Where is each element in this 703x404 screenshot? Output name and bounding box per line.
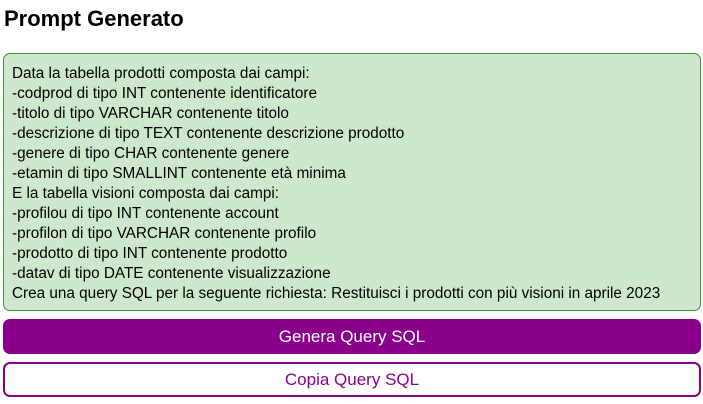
prompt-line: -datav di tipo DATE contenente visualizz… — [12, 265, 331, 282]
prompt-line: -prodotto di tipo INT contenente prodott… — [12, 245, 288, 262]
prompt-line: -profilou di tipo INT contenente account — [12, 205, 279, 222]
prompt-line: -etamin di tipo SMALLINT contenente età … — [12, 165, 346, 182]
generate-sql-query-button[interactable]: Genera Query SQL — [3, 319, 701, 354]
prompt-line: Data la tabella prodotti composta dai ca… — [12, 65, 310, 82]
prompt-line: -titolo di tipo VARCHAR contenente titol… — [12, 105, 289, 122]
prompt-line: Crea una query SQL per la seguente richi… — [12, 285, 661, 302]
prompt-page: Prompt Generato Data la tabella prodotti… — [0, 0, 703, 404]
copy-sql-query-button[interactable]: Copia Query SQL — [3, 362, 701, 397]
prompt-line: -codprod di tipo INT contenente identifi… — [12, 85, 317, 102]
prompt-line: E la tabella visioni composta dai campi: — [12, 185, 279, 202]
generated-prompt-box: Data la tabella prodotti composta dai ca… — [3, 53, 701, 311]
prompt-line: -descrizione di tipo TEXT contenente des… — [12, 125, 405, 142]
prompt-line: -genere di tipo CHAR contenente genere — [12, 145, 290, 162]
prompt-line: -profilon di tipo VARCHAR contenente pro… — [12, 225, 317, 242]
page-title: Prompt Generato — [4, 6, 184, 31]
